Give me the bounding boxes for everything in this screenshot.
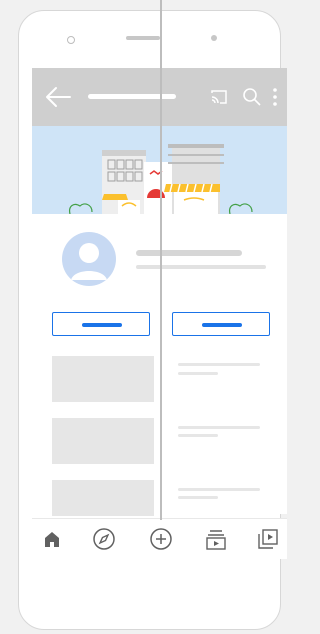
video-meta-placeholder xyxy=(178,434,218,437)
primary-action-button[interactable] xyxy=(52,312,150,336)
explore-icon[interactable] xyxy=(92,527,116,551)
page-title-placeholder xyxy=(88,94,176,99)
library-icon[interactable] xyxy=(256,527,280,551)
person-icon xyxy=(71,243,107,280)
avatar xyxy=(62,232,116,286)
video-meta-placeholder xyxy=(178,496,218,499)
video-meta-placeholder xyxy=(178,372,218,375)
front-camera-icon xyxy=(67,36,75,44)
button-label-placeholder xyxy=(82,323,122,327)
video-title-placeholder xyxy=(178,426,260,429)
cast-icon[interactable] xyxy=(209,87,229,107)
proximity-sensor xyxy=(211,35,217,41)
video-thumbnail[interactable] xyxy=(52,480,154,516)
video-title-placeholder xyxy=(178,363,260,366)
add-icon[interactable] xyxy=(149,527,173,551)
channel-name-placeholder xyxy=(136,250,242,256)
bottom-navigation xyxy=(32,518,287,559)
back-arrow-icon[interactable] xyxy=(44,85,72,109)
search-icon[interactable] xyxy=(242,87,262,107)
secondary-action-button[interactable] xyxy=(172,312,270,336)
button-label-placeholder xyxy=(202,323,242,327)
video-title-placeholder xyxy=(178,488,260,491)
home-icon[interactable] xyxy=(40,527,64,551)
vertical-guide-line xyxy=(160,0,162,520)
channel-subtitle-placeholder xyxy=(136,265,266,269)
video-thumbnail[interactable] xyxy=(52,356,154,402)
video-thumbnail[interactable] xyxy=(52,418,154,464)
earpiece-speaker xyxy=(126,36,160,40)
subscriptions-icon[interactable] xyxy=(204,527,228,551)
more-vertical-icon[interactable] xyxy=(270,87,280,107)
